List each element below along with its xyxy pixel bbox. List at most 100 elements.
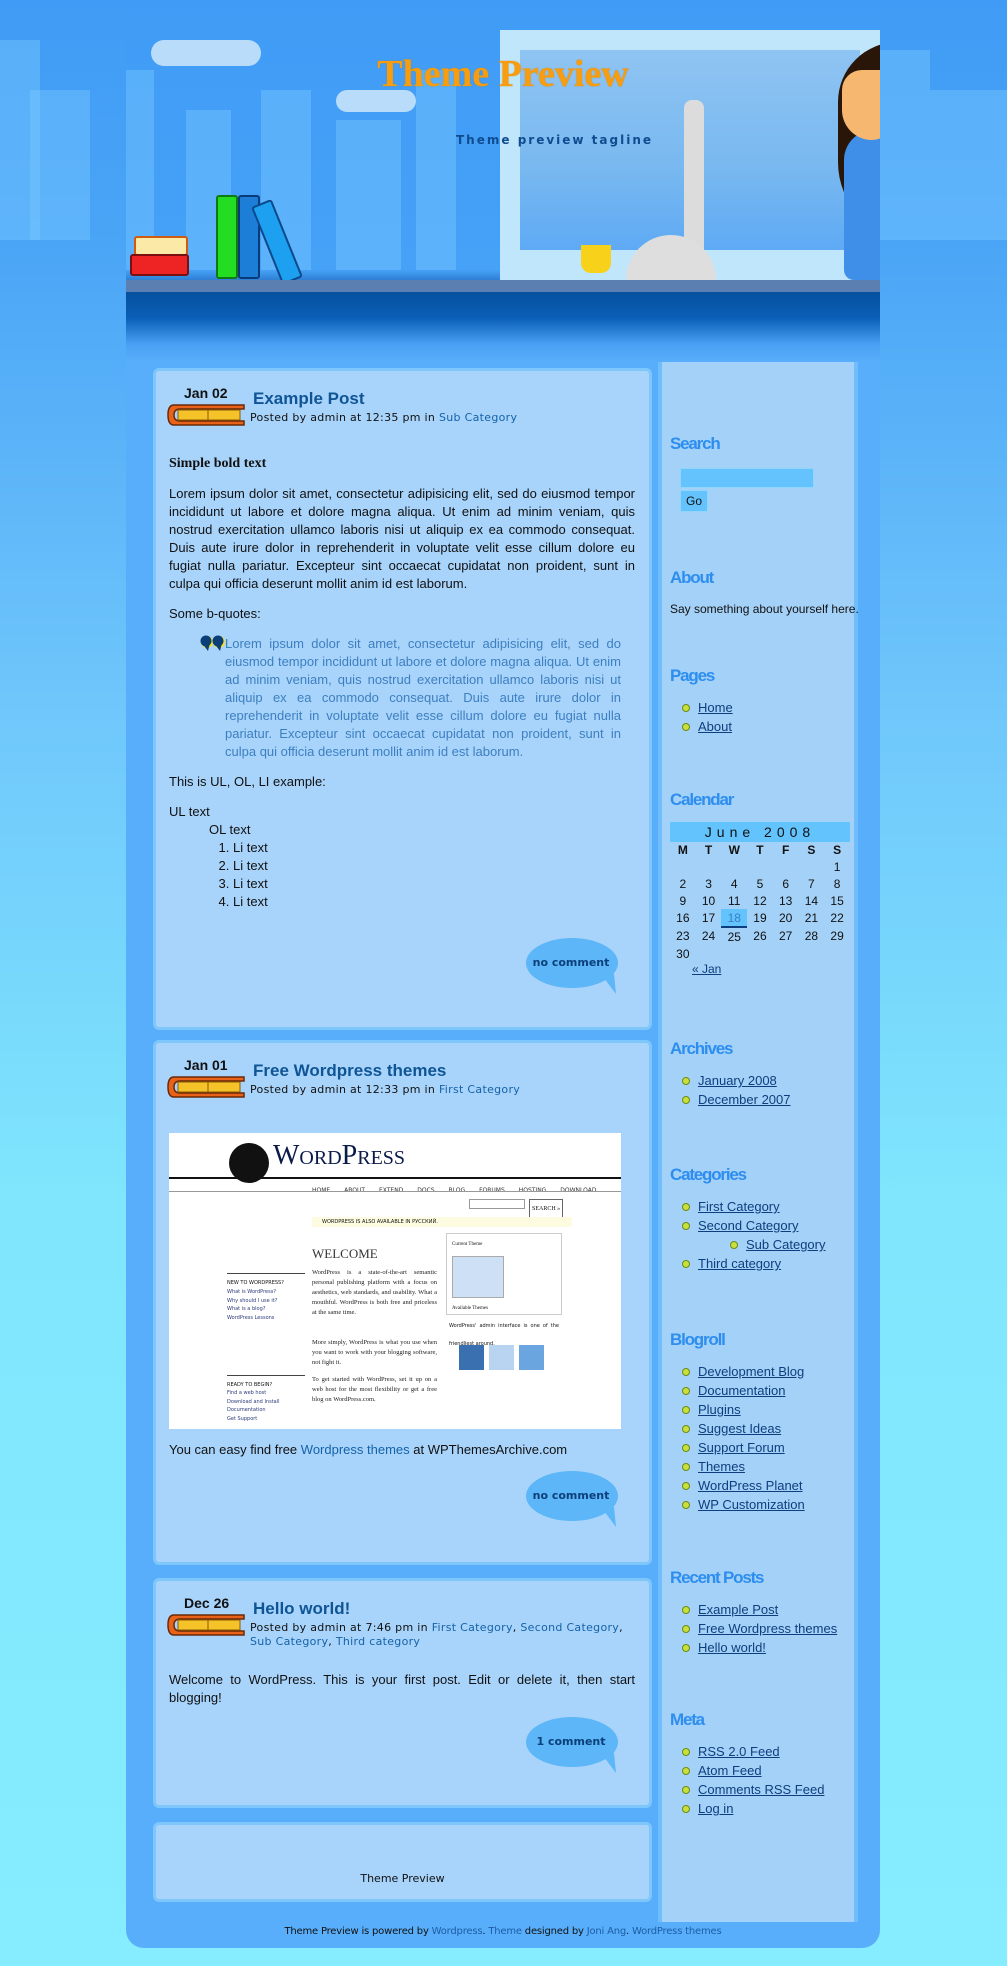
recent-post-link[interactable]: Example Post: [698, 1602, 778, 1617]
calendar-day: 11: [728, 893, 741, 908]
calendar-day: 2: [679, 876, 687, 891]
recent-post-link[interactable]: Free Wordpress themes: [698, 1621, 837, 1636]
quote-icon: [200, 635, 225, 651]
calendar-empty-cell: [696, 858, 722, 875]
calendar-empty-cell: [799, 945, 825, 962]
theme-link[interactable]: Theme: [488, 1926, 522, 1937]
wordpress-themes-link[interactable]: Wordpress themes: [301, 1442, 410, 1457]
login-link[interactable]: Log in: [698, 1801, 733, 1816]
book-icon: [130, 254, 189, 276]
calendar-week: 16 17 18 19 20 21 22: [670, 909, 850, 928]
blogroll-link[interactable]: Development Blog: [698, 1364, 804, 1379]
building: [416, 70, 456, 270]
post-meta: Posted by admin at 12:35 pm in Sub Categ…: [250, 411, 518, 424]
calendar-prev-month-link[interactable]: « Jan: [692, 962, 860, 976]
category-link[interactable]: Sub Category: [250, 1635, 328, 1648]
widget-calendar: Calendar June 2008 MTWTFSS 1 2 3 4 5 6 7 8 9 10 11…: [670, 790, 860, 976]
widget-title: Search: [670, 434, 721, 453]
category-link[interactable]: First Category: [432, 1621, 513, 1634]
blockquote: Lorem ipsum dolor sit amet, consectetur …: [200, 635, 635, 761]
calendar-day: 14: [804, 893, 819, 908]
ol-text: OL text: [209, 822, 251, 837]
blogroll-item: Support Forum: [680, 1438, 860, 1457]
post-title-link[interactable]: Example Post: [253, 389, 365, 409]
category-link[interactable]: Sub Category: [439, 411, 517, 424]
blogroll-link[interactable]: Documentation: [698, 1383, 785, 1398]
post-meta: Posted by admin at 12:33 pm in First Cat…: [250, 1083, 521, 1096]
atom-feed-link[interactable]: Atom Feed: [698, 1763, 762, 1778]
meta-item: Comments RSS Feed: [680, 1780, 860, 1799]
calendar-day: 20: [778, 911, 793, 925]
wordpress-link[interactable]: Wordpress: [432, 1926, 483, 1937]
category-link[interactable]: First Category: [439, 1083, 520, 1096]
ul-text: UL text: [169, 804, 210, 819]
calendar-day: 21: [804, 911, 819, 925]
blogroll-link[interactable]: WordPress Planet: [698, 1478, 803, 1493]
calendar-week: 9 10 11 12 13 14 15: [670, 892, 850, 909]
calendar-empty-cell: [773, 945, 799, 962]
page-item: About: [680, 717, 860, 736]
blogroll-link[interactable]: Plugins: [698, 1402, 741, 1417]
blogroll-link[interactable]: Support Forum: [698, 1440, 785, 1455]
widget-title: Meta: [670, 1710, 705, 1729]
site-tagline: Theme preview tagline: [456, 133, 654, 147]
comments-link[interactable]: no comment: [526, 938, 621, 996]
calendar-day: 22: [830, 911, 844, 925]
category-item: First Category: [680, 1197, 860, 1216]
category-link[interactable]: First Category: [698, 1199, 780, 1214]
recent-post-item: Example Post: [680, 1600, 860, 1619]
category-link[interactable]: Sub Category: [746, 1237, 826, 1252]
post-paragraph: You can easy find free Wordpress themes …: [169, 1442, 568, 1457]
header: Theme Preview Theme preview tagline: [126, 0, 880, 362]
widget-title: Blogroll: [670, 1330, 726, 1349]
page-link-home[interactable]: Home: [698, 700, 733, 715]
designer-link[interactable]: Joni Ang: [587, 1926, 626, 1937]
post: Dec 26 Hello world! Posted by admin at 7…: [153, 1578, 652, 1808]
post-title-link[interactable]: Free Wordpress themes: [253, 1061, 446, 1081]
calendar-weekday: T: [704, 843, 713, 857]
calendar-day: 23: [676, 929, 690, 943]
post-meta: Posted by admin at 7:46 pm in First Cate…: [250, 1621, 623, 1648]
search-go-button[interactable]: Go: [680, 490, 708, 512]
archive-item: January 2008: [680, 1071, 860, 1090]
category-link[interactable]: Third category: [336, 1635, 420, 1648]
blogroll-item: Themes: [680, 1457, 860, 1476]
site-title[interactable]: Theme Preview: [126, 52, 880, 96]
archive-link[interactable]: January 2008: [698, 1073, 777, 1088]
list-intro: This is UL, OL, LI example:: [169, 774, 326, 789]
post-title-link[interactable]: Hello world!: [253, 1599, 350, 1619]
blogroll-item: Plugins: [680, 1400, 860, 1419]
list-item: Li text: [233, 893, 635, 911]
post: Jan 02 Example Post Posted by admin at 1…: [153, 368, 652, 1030]
ul-example: UL text OL text Li text Li text Li text …: [169, 803, 635, 911]
calendar-day: 3: [705, 876, 712, 891]
comments-rss-link[interactable]: Comments RSS Feed: [698, 1782, 824, 1797]
category-link[interactable]: Third category: [698, 1256, 781, 1271]
desk: [126, 280, 880, 292]
recent-post-item: Hello world!: [680, 1638, 860, 1657]
recent-post-link[interactable]: Hello world!: [698, 1640, 766, 1655]
rss-feed-link[interactable]: RSS 2.0 Feed: [698, 1744, 780, 1759]
category-link[interactable]: Second Category: [520, 1621, 619, 1634]
category-link[interactable]: Second Category: [698, 1218, 798, 1233]
blogroll-link[interactable]: Suggest Ideas: [698, 1421, 781, 1436]
meta-item: Atom Feed: [680, 1761, 860, 1780]
widget-search: Search Go: [670, 434, 860, 512]
blogroll-link[interactable]: Themes: [698, 1459, 745, 1474]
widget-title: Archives: [670, 1039, 733, 1058]
search-input[interactable]: [680, 468, 814, 488]
comments-link[interactable]: 1 comment: [526, 1717, 621, 1775]
book-icon: [134, 236, 188, 256]
wordpress-themes-credit-link[interactable]: WordPress themes: [632, 1926, 722, 1937]
book-icon: [216, 195, 238, 279]
calendar-day: 18: [721, 909, 748, 928]
comments-link[interactable]: no comment: [526, 1471, 621, 1529]
calendar-empty-cell: [747, 858, 773, 875]
blogroll-link[interactable]: WP Customization: [698, 1497, 805, 1512]
page-link-about[interactable]: About: [698, 719, 732, 734]
building: [336, 120, 401, 270]
wordpress-logo-text: WordPress: [273, 1140, 406, 1171]
archive-link[interactable]: December 2007: [698, 1092, 791, 1107]
widget-categories: Categories First Category Second Categor…: [670, 1165, 860, 1273]
calendar-day: 12: [753, 893, 767, 908]
